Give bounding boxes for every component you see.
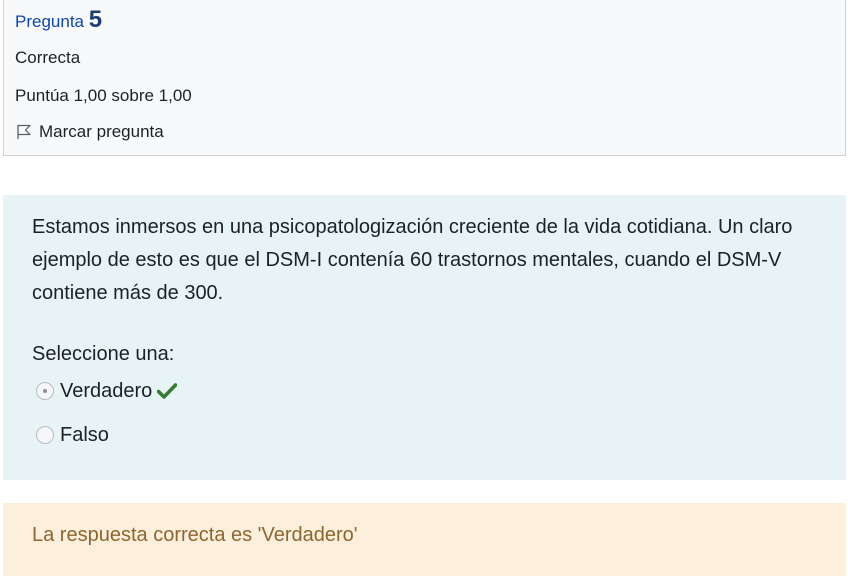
flag-question-label: Marcar pregunta [39, 122, 164, 141]
option-label-verdadero[interactable]: Verdadero [60, 377, 152, 405]
checkmark-icon [157, 382, 178, 400]
question-text: Estamos inmersos en una psicopatologizac… [32, 216, 793, 304]
question-info-panel: Pregunta 5 Correcta Puntúa 1,00 sobre 1,… [3, 0, 846, 156]
correct-answer-feedback: La respuesta correcta es 'Verdadero' [32, 524, 358, 546]
flag-question-button[interactable]: Marcar pregunta [15, 121, 164, 143]
radio-falso[interactable] [36, 426, 54, 444]
option-label-falso[interactable]: Falso [60, 421, 109, 449]
question-number: 5 [88, 6, 103, 33]
question-label: Pregunta [15, 12, 84, 31]
question-grade: Puntúa 1,00 sobre 1,00 [15, 86, 192, 105]
answer-option-falso[interactable]: Falso [36, 421, 109, 449]
radio-verdadero[interactable] [36, 382, 54, 400]
feedback-panel: La respuesta correcta es 'Verdadero' [3, 503, 846, 576]
answer-prompt: Seleccione una: [32, 343, 175, 365]
answer-option-verdadero[interactable]: Verdadero [36, 377, 178, 405]
question-title: Pregunta 5 [15, 8, 102, 34]
flag-outline-icon [15, 123, 33, 141]
question-content-panel: Estamos inmersos en una psicopatologizac… [3, 195, 846, 480]
question-state: Correcta [15, 48, 81, 67]
